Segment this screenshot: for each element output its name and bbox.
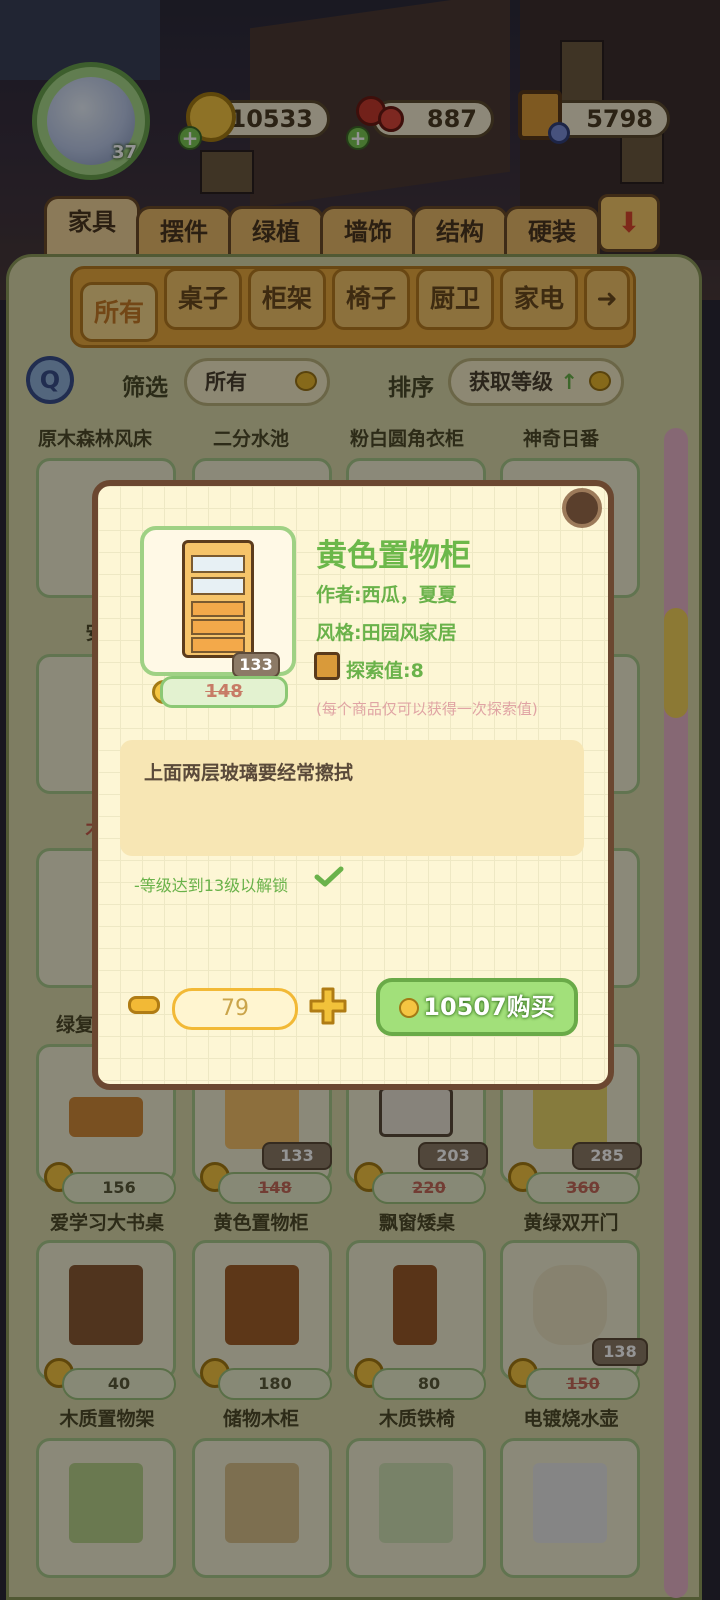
quantity-field[interactable]: 79 [172,988,298,1030]
coin-icon [399,998,420,1018]
decrease-quantity-button[interactable] [128,996,160,1014]
item-description-box: 上面两层玻璃要经常擦拭 [120,740,584,856]
increase-quantity-button[interactable] [308,986,348,1026]
yellow-cabinet-image [182,540,254,658]
check-icon [314,866,344,887]
discount-badge: 133 [232,652,280,678]
unlock-requirement: -等级达到13级以解锁 [134,876,289,895]
item-title: 黄色置物柜 [316,538,471,574]
buy-button[interactable]: 10507购买 [376,978,578,1036]
close-icon[interactable] [562,488,602,528]
item-description: 上面两层玻璃要经常擦拭 [144,762,354,784]
item-explore-value: 探索值:8 [346,660,424,682]
explore-book-icon [314,652,340,680]
old-price: 148 [160,676,288,708]
explore-note: (每个商品仅可以获得一次探索值) [316,700,538,718]
item-style: 风格:田园风家居 [316,622,457,644]
item-author: 作者:西瓜，夏夏 [316,584,457,606]
